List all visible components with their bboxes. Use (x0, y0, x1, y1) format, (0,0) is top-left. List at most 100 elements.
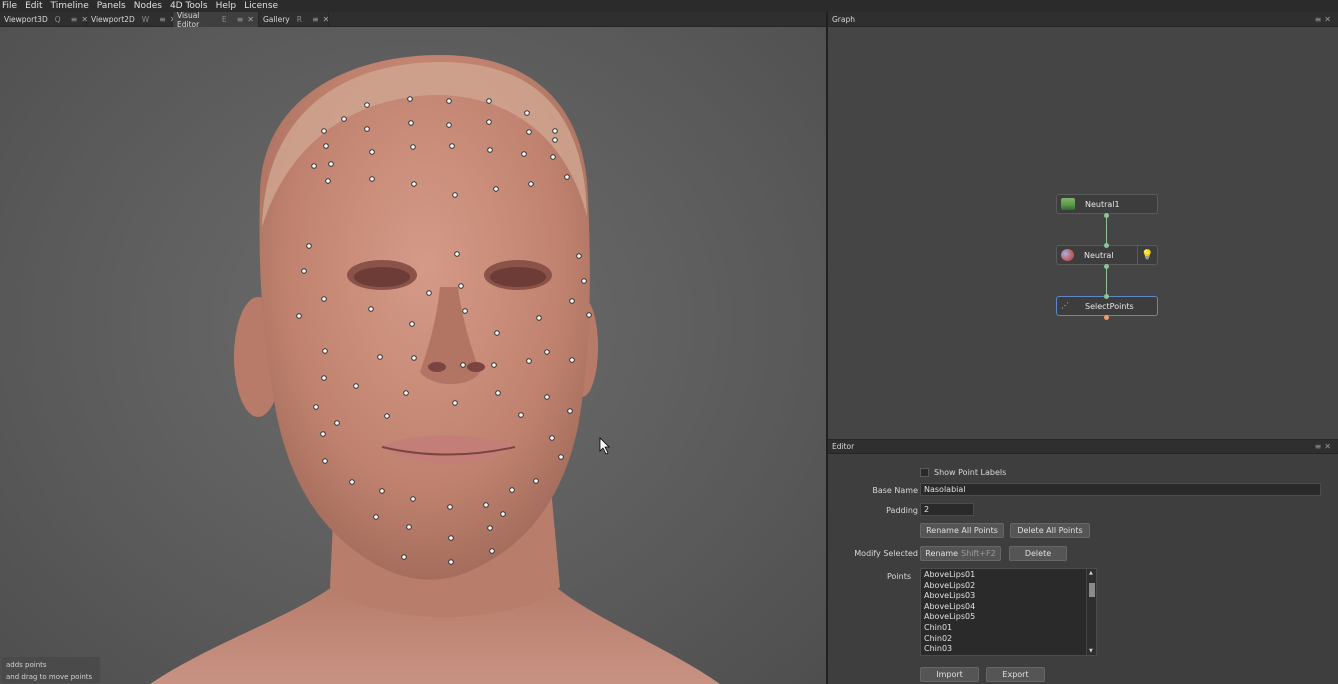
output-pin[interactable] (1104, 315, 1109, 320)
landmark-point (313, 404, 319, 410)
landmark-point (364, 126, 370, 132)
scroll-up-icon[interactable]: ▲ (1089, 570, 1093, 576)
menu-panels[interactable]: Panels (97, 0, 126, 12)
landmark-point (379, 488, 385, 494)
input-pin[interactable] (1104, 294, 1109, 299)
landmark-point (581, 278, 587, 284)
landmark-point (564, 174, 570, 180)
tab-gallery[interactable]: Gallery R ≡ ✕ (259, 12, 329, 27)
lightbulb-icon[interactable]: 💡 (1137, 246, 1157, 264)
landmark-point (452, 400, 458, 406)
export-button[interactable]: Export (986, 667, 1045, 682)
list-item[interactable]: AboveLips02 (921, 581, 1096, 592)
menu-help[interactable]: Help (216, 0, 237, 12)
landmark-point (311, 163, 317, 169)
tab-shortcut: Q (54, 15, 61, 24)
points-list[interactable]: AboveLips01 AboveLips02 AboveLips03 Abov… (920, 568, 1097, 656)
landmark-points[interactable] (0, 27, 826, 684)
tab-menu-icon[interactable]: ≡ (312, 15, 319, 24)
landmark-point (552, 137, 558, 143)
close-icon[interactable]: ✕ (323, 15, 330, 24)
tab-menu-icon[interactable]: ≡ (71, 15, 78, 24)
node-neutral[interactable]: Neutral 💡 (1056, 245, 1158, 265)
node-graph[interactable]: Neutral1 Neutral 💡 ⋰ SelectPoints (828, 27, 1338, 439)
padding-field[interactable]: 2 (920, 503, 974, 516)
scroll-down-icon[interactable]: ▼ (1089, 648, 1093, 654)
modify-selected-label: Modify Selected (854, 549, 918, 558)
landmark-point (449, 143, 455, 149)
list-item[interactable]: AboveLips04 (921, 602, 1096, 613)
import-button[interactable]: Import (920, 667, 979, 682)
visual-editor-viewport[interactable]: adds points and drag to move points (0, 27, 826, 684)
tab-viewport2d[interactable]: Viewport2D W ≡ ✕ (87, 12, 177, 27)
landmark-point (373, 514, 379, 520)
rename-all-points-button[interactable]: Rename All Points (920, 523, 1004, 538)
landmark-point (500, 511, 506, 517)
tab-label: Visual Editor (177, 10, 200, 29)
base-name-field[interactable]: Nasolabial (920, 483, 1321, 496)
tab-menu-icon[interactable]: ≡ (237, 15, 244, 24)
graph-panel-header: Graph ≡✕ (828, 12, 1338, 27)
tab-label: Gallery (263, 15, 290, 24)
landmark-point (509, 487, 515, 493)
tab-menu-icon[interactable]: ≡ (159, 15, 166, 24)
landmark-point (552, 128, 558, 134)
tab-shortcut: E (221, 15, 227, 24)
menu-nodes[interactable]: Nodes (134, 0, 162, 12)
panel-menu-icon[interactable]: ≡✕ (1315, 15, 1334, 24)
landmark-point (384, 413, 390, 419)
tab-viewport3d[interactable]: Viewport3D Q ≡ ✕ (0, 12, 88, 27)
show-point-labels-checkbox[interactable] (920, 468, 929, 477)
landmark-point (486, 119, 492, 125)
landmark-point (550, 154, 556, 160)
landmark-point (341, 116, 347, 122)
graph-title: Graph (832, 14, 856, 24)
base-name-label: Base Name (872, 486, 918, 495)
list-item[interactable]: AboveLips03 (921, 591, 1096, 602)
list-item[interactable]: Chin01 (921, 623, 1096, 634)
landmark-point (364, 102, 370, 108)
points-scrollbar[interactable]: ▲ ▼ (1086, 569, 1096, 655)
output-pin[interactable] (1104, 264, 1109, 269)
input-pin[interactable] (1104, 243, 1109, 248)
landmark-point (447, 504, 453, 510)
landmark-point (544, 349, 550, 355)
landmark-point (409, 321, 415, 327)
delete-all-points-button[interactable]: Delete All Points (1010, 523, 1090, 538)
list-item[interactable]: AboveLips01 (921, 570, 1096, 581)
landmark-point (518, 412, 524, 418)
landmark-point (524, 110, 530, 116)
menu-file[interactable]: File (2, 0, 17, 12)
landmark-point (403, 390, 409, 396)
menu-edit[interactable]: Edit (25, 0, 42, 12)
rename-shortcut: Shift+F2 (961, 549, 996, 558)
menu-license[interactable]: License (244, 0, 278, 12)
landmark-point (586, 312, 592, 318)
landmark-point (460, 362, 466, 368)
editor-panel: Show Point Labels Base Name Nasolabial P… (828, 454, 1338, 684)
tab-visual-editor[interactable]: Visual Editor E ≡ ✕ (173, 10, 259, 29)
node-connection (1106, 215, 1107, 245)
rename-button[interactable]: Rename Shift+F2 (920, 546, 1001, 561)
node-selectpoints[interactable]: ⋰ SelectPoints (1056, 296, 1158, 316)
landmark-point (406, 524, 412, 530)
menu-timeline[interactable]: Timeline (51, 0, 89, 12)
scrollbar-thumb[interactable] (1089, 583, 1095, 597)
delete-button[interactable]: Delete (1009, 546, 1067, 561)
list-item[interactable]: Chin03 (921, 644, 1096, 655)
list-item[interactable]: AboveLips05 (921, 612, 1096, 623)
landmark-point (321, 375, 327, 381)
panel-menu-icon[interactable]: ≡✕ (1315, 442, 1334, 451)
output-pin[interactable] (1104, 213, 1109, 218)
landmark-point (487, 525, 493, 531)
landmark-point (558, 454, 564, 460)
landmark-point (521, 151, 527, 157)
node-neutral1[interactable]: Neutral1 (1056, 194, 1158, 214)
landmark-point (301, 268, 307, 274)
select-points-icon: ⋰ (1061, 301, 1069, 310)
landmark-point (536, 315, 542, 321)
close-icon[interactable]: ✕ (247, 15, 254, 24)
list-item[interactable]: Chin02 (921, 634, 1096, 645)
landmark-point (320, 431, 326, 437)
mouse-cursor-icon (599, 437, 610, 455)
